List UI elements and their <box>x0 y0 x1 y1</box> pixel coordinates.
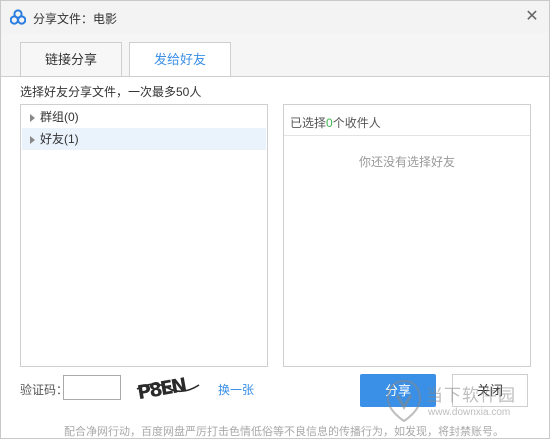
window-title: 分享文件：电影 <box>33 12 118 26</box>
expand-arrow-icon[interactable] <box>30 114 35 122</box>
share-dialog: 分享文件：电影 ✕ 链接分享 发给好友 选择好友分享文件，一次最多50人 群组(… <box>0 0 550 439</box>
selected-count-text: 已选择0个收件人 <box>290 114 381 131</box>
close-icon[interactable]: ✕ <box>521 6 543 28</box>
selected-prefix: 已选择 <box>290 116 327 130</box>
watermark: 当下软件园 www.downxia.com <box>386 379 536 429</box>
tree-item-label: 好友(1) <box>40 132 79 146</box>
tree-item-friends[interactable]: 好友(1) <box>22 128 266 150</box>
captcha-input[interactable] <box>63 375 121 400</box>
captcha-image: P8EN <box>136 374 200 400</box>
empty-recipients-message: 你还没有选择好友 <box>358 155 455 169</box>
baidu-cloud-icon <box>10 9 26 25</box>
captcha-image-text: P8EN <box>136 374 188 400</box>
tab-divider <box>1 76 549 77</box>
watermark-url: www.downxia.com <box>428 407 511 418</box>
captcha-label: 验证码： <box>20 383 69 397</box>
tab-send-to-friend[interactable]: 发给好友 <box>129 42 231 77</box>
watermark-logo-icon <box>386 379 422 423</box>
recipients-header: 已选择0个收件人 <box>284 105 530 136</box>
tab-bar: 链接分享 发给好友 <box>1 33 549 77</box>
recipients-panel: 已选择0个收件人 你还没有选择好友 <box>283 104 531 367</box>
expand-arrow-icon[interactable] <box>30 136 35 144</box>
tree-item-label: 群组(0) <box>40 110 79 124</box>
refresh-captcha-link[interactable]: 换一张 <box>218 381 254 398</box>
contacts-panel: 群组(0) 好友(1) <box>20 104 268 367</box>
tab-link-share[interactable]: 链接分享 <box>20 42 122 76</box>
watermark-title: 当下软件园 <box>426 386 516 405</box>
title-bar: 分享文件：电影 ✕ <box>1 1 549 34</box>
selected-suffix: 个收件人 <box>332 116 381 130</box>
tree-item-groups[interactable]: 群组(0) <box>22 106 266 128</box>
instruction-text: 选择好友分享文件，一次最多50人 <box>20 85 202 99</box>
selected-count: 0 <box>326 116 333 130</box>
